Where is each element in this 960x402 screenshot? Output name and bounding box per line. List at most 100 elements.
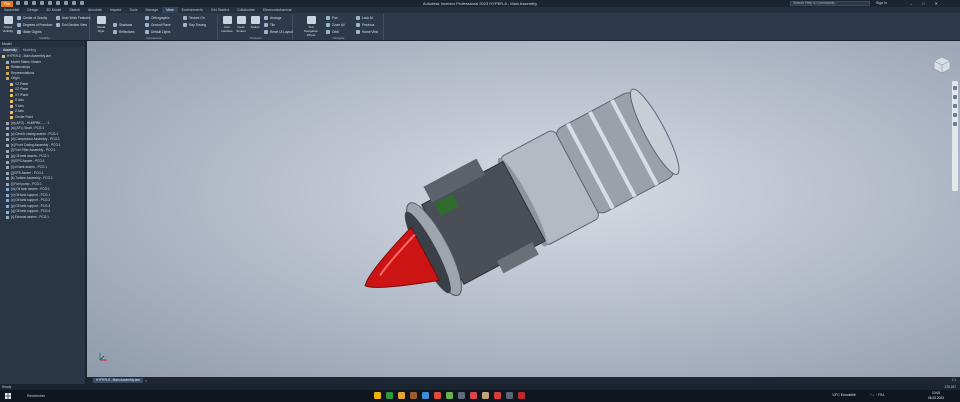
minimize-icon[interactable]: – bbox=[910, 1, 912, 6]
taskbar-app-icon[interactable] bbox=[410, 392, 417, 399]
taskbar-search[interactable]: Rechercher bbox=[22, 392, 82, 400]
navigation-bar bbox=[952, 81, 958, 191]
navwheel-icon[interactable] bbox=[953, 86, 957, 90]
pan-icon[interactable] bbox=[953, 95, 957, 99]
user-work-features-button[interactable]: User Work Features bbox=[56, 16, 90, 20]
shadows-icon bbox=[113, 23, 117, 27]
work-features-icon bbox=[56, 16, 60, 20]
component-icon bbox=[6, 138, 9, 142]
orbit-icon bbox=[326, 30, 330, 34]
clock-date: 06.05.2023 bbox=[928, 396, 944, 400]
component-icon bbox=[6, 144, 9, 148]
taskbar-app-icon[interactable] bbox=[470, 392, 477, 399]
graphics-viewport[interactable] bbox=[87, 41, 960, 377]
clock[interactable]: 10:08 06.05.2023 bbox=[928, 391, 944, 401]
status-text: Ready bbox=[2, 385, 12, 389]
tree-node[interactable]: [r] Exhaust assem - PCG:1 bbox=[0, 215, 85, 221]
document-tab[interactable]: HYPER-8 - Main Assembly.iam bbox=[93, 378, 143, 383]
previous-view-button[interactable]: Previous bbox=[356, 23, 374, 27]
texture-on-button[interactable]: Texture On bbox=[183, 16, 205, 20]
sign-in-button[interactable]: Sign In bbox=[876, 1, 887, 5]
windows-start-icon[interactable] bbox=[5, 393, 11, 399]
close-icon[interactable]: ✕ bbox=[935, 1, 938, 6]
maximize-icon[interactable]: □ bbox=[922, 1, 924, 6]
windows-group-label: Windows bbox=[249, 36, 262, 40]
search-input[interactable]: Search Help & Commands... bbox=[790, 1, 870, 6]
shadows-button[interactable]: Shadows bbox=[113, 23, 132, 27]
zoom-all-button[interactable]: Zoom All bbox=[326, 23, 344, 27]
tile-button[interactable]: Tile bbox=[264, 23, 275, 27]
ground-plane-icon bbox=[145, 23, 149, 27]
tree-node-label: [r] Exhaust assem - PCG:1 bbox=[11, 214, 49, 219]
orthographic-button[interactable]: Orthographic bbox=[145, 16, 169, 20]
component-icon bbox=[10, 88, 13, 92]
tab-controls[interactable]: 1 1 bbox=[952, 378, 956, 382]
end-section-view-button[interactable]: End Section View bbox=[56, 23, 87, 27]
texture-icon bbox=[183, 16, 187, 20]
component-icon bbox=[6, 160, 9, 164]
look-at-icon[interactable] bbox=[953, 122, 957, 126]
viewcube[interactable] bbox=[932, 55, 952, 75]
taskbar-app-icon[interactable] bbox=[494, 392, 501, 399]
taskbar-app-icon[interactable] bbox=[458, 392, 465, 399]
component-icon bbox=[10, 110, 13, 114]
clean-screen-button[interactable]: Clean Screen bbox=[235, 16, 247, 33]
reset-ui-layout-button[interactable]: Reset UI Layout bbox=[264, 30, 293, 34]
appearance-icon[interactable] bbox=[80, 1, 84, 5]
zoom-icon bbox=[326, 23, 330, 27]
tab-modeling[interactable]: Modeling bbox=[20, 47, 39, 53]
switch-button[interactable]: Switch bbox=[249, 16, 261, 29]
system-tray[interactable]: ^ ⌁ ◔ FRA bbox=[870, 393, 884, 397]
center-of-gravity-button[interactable]: Center of Gravity bbox=[17, 16, 47, 20]
taskbar-app-icon[interactable] bbox=[422, 392, 429, 399]
ground-plane-button[interactable]: Ground Plane bbox=[145, 23, 171, 27]
taskbar-app-icon[interactable] bbox=[374, 392, 381, 399]
default-lights-button[interactable]: Default Lights bbox=[145, 30, 171, 34]
navigate-group: Full Navigation Wheel Pan Zoom All Orbit… bbox=[294, 14, 384, 40]
taskbar-app-icon[interactable] bbox=[434, 392, 441, 399]
open-icon[interactable] bbox=[24, 1, 28, 5]
reset-icon bbox=[264, 30, 268, 34]
visual-style-button[interactable]: Visual Style bbox=[95, 16, 107, 33]
orbit-icon[interactable] bbox=[953, 113, 957, 117]
reflections-button[interactable]: Reflections bbox=[113, 30, 135, 34]
ray-tracing-button[interactable]: Ray Tracing bbox=[183, 23, 206, 27]
home-icon[interactable] bbox=[56, 1, 60, 5]
user-interface-icon bbox=[222, 16, 232, 24]
component-icon bbox=[6, 205, 9, 209]
imate-glyphs-button[interactable]: iMate Glyphs bbox=[17, 30, 42, 34]
taskbar-app-icon[interactable] bbox=[506, 392, 513, 399]
axis-triad-icon bbox=[99, 353, 107, 361]
user-interface-button[interactable]: User Interface bbox=[221, 16, 233, 33]
select-icon[interactable] bbox=[64, 1, 68, 5]
orbit-button[interactable]: Orbit bbox=[326, 30, 339, 34]
component-icon bbox=[6, 182, 9, 186]
add-tab-icon[interactable]: × bbox=[145, 378, 147, 383]
new-icon[interactable] bbox=[16, 1, 20, 5]
save-icon[interactable] bbox=[32, 1, 36, 5]
visibility-group-label: Visibility bbox=[39, 36, 50, 40]
taskbar-app-icon[interactable] bbox=[482, 392, 489, 399]
home-view-button[interactable]: Home View bbox=[356, 30, 378, 34]
center-of-gravity-icon bbox=[17, 16, 21, 20]
windows-group: User Interface Clean Screen Switch Arran… bbox=[219, 14, 293, 40]
engine-model[interactable] bbox=[87, 41, 960, 377]
weather-widget[interactable]: 13°C Ensoleillé bbox=[832, 393, 856, 397]
full-navigation-wheel-button[interactable]: Full Navigation Wheel bbox=[302, 16, 320, 37]
taskbar-app-icon[interactable] bbox=[518, 392, 525, 399]
zoom-icon[interactable] bbox=[953, 104, 957, 108]
taskbar-app-icon[interactable] bbox=[446, 392, 453, 399]
redo-icon[interactable] bbox=[48, 1, 52, 5]
pan-button[interactable]: Pan bbox=[326, 16, 338, 20]
degrees-of-freedom-button[interactable]: Degrees of Freedom bbox=[17, 23, 52, 27]
taskbar-app-icon[interactable] bbox=[386, 392, 393, 399]
component-icon bbox=[10, 105, 13, 109]
taskbar-app-icon[interactable] bbox=[398, 392, 405, 399]
model-tree: HYPER-8 - Main Assembly.iam Model States:… bbox=[0, 53, 85, 220]
tab-assembly[interactable]: Assembly bbox=[0, 47, 20, 53]
look-at-button[interactable]: Look At bbox=[356, 16, 373, 20]
arrange-button[interactable]: Arrange bbox=[264, 16, 281, 20]
material-icon[interactable] bbox=[72, 1, 76, 5]
undo-icon[interactable] bbox=[40, 1, 44, 5]
object-visibility-button[interactable]: Object Visibility bbox=[2, 16, 14, 33]
